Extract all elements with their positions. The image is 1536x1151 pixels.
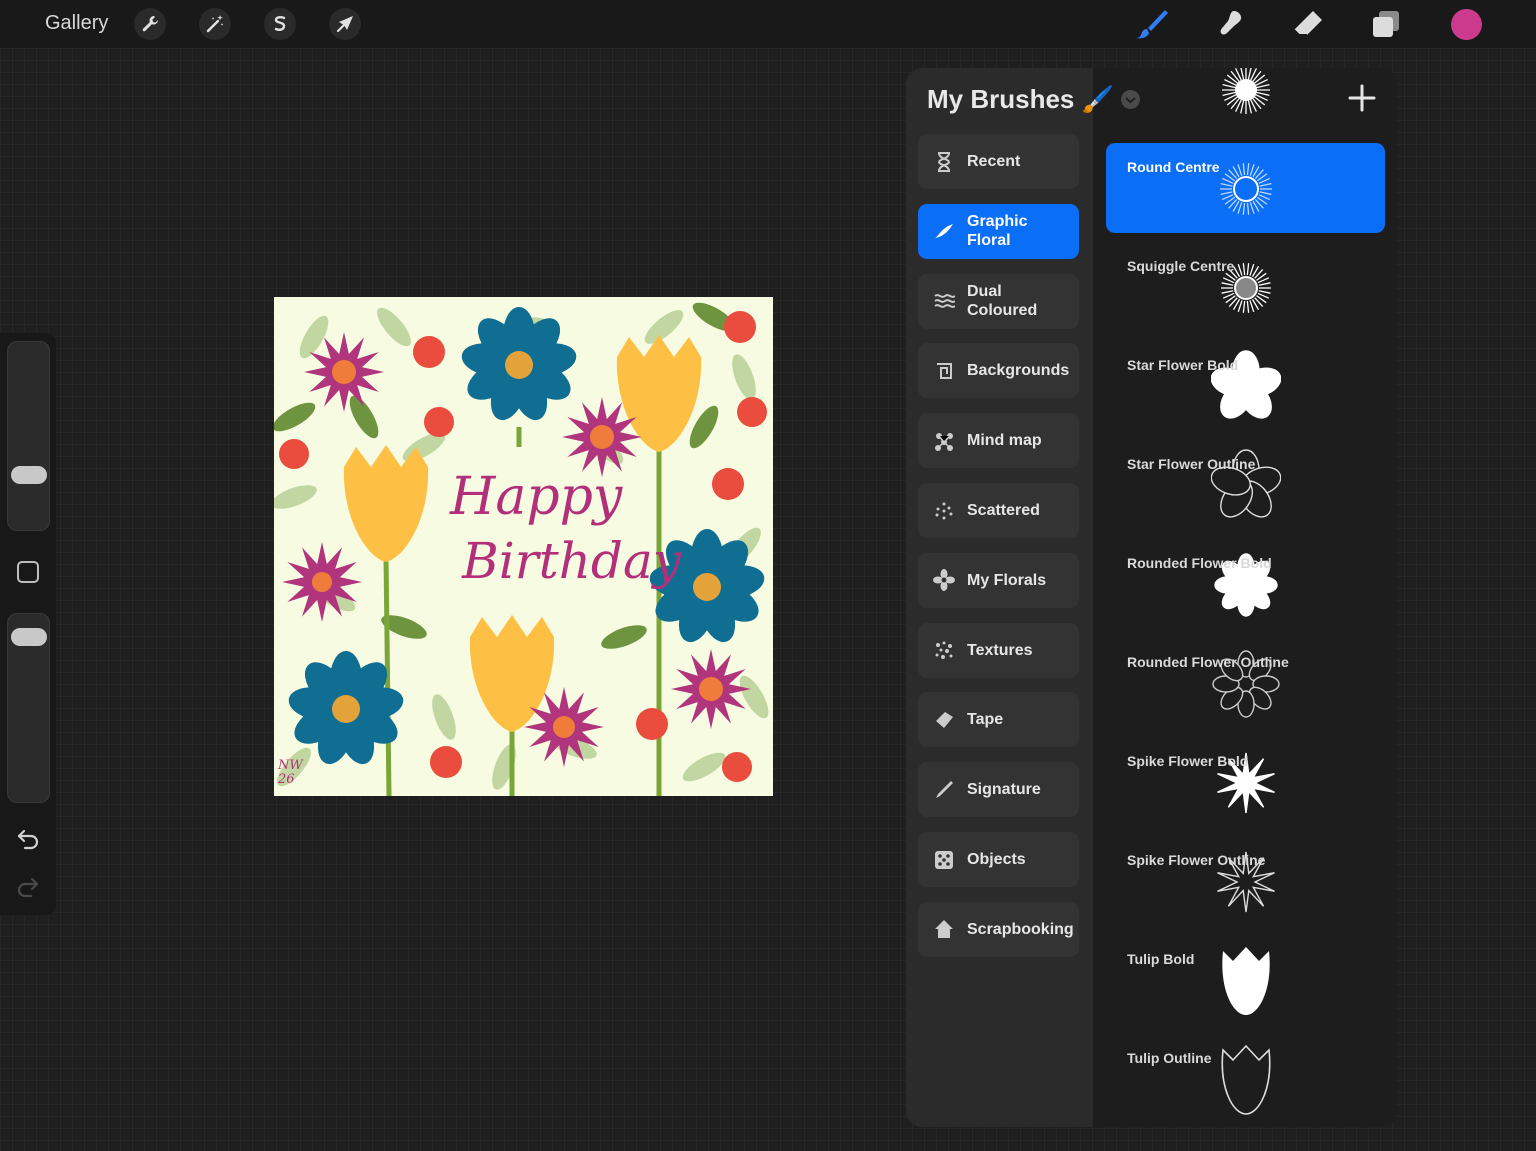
canvas-artwork[interactable]: Happy Birthday NW 26 [274, 297, 773, 796]
smudge-icon[interactable] [1212, 6, 1248, 42]
top-toolbar: Gallery [0, 0, 1536, 48]
category-tape[interactable]: Tape [918, 692, 1079, 748]
category-label: Textures [967, 641, 1033, 659]
brush-item-spike-flower-outline[interactable]: Spike Flower Outline [1106, 836, 1385, 926]
artwork-signature: NW 26 [278, 758, 303, 787]
dice-icon [933, 849, 955, 871]
left-sidebar [0, 333, 56, 915]
gallery-button[interactable]: Gallery [45, 12, 108, 35]
category-textures[interactable]: Textures [918, 622, 1079, 678]
waves-icon [933, 290, 955, 312]
brush-opacity-handle[interactable] [11, 627, 47, 646]
category-label: Graphic Floral [967, 213, 1028, 250]
brush-name: Tulip Bold [1127, 951, 1195, 967]
brush-size-handle[interactable] [11, 465, 47, 484]
category-mind-map[interactable]: Mind map [918, 413, 1079, 469]
transform-arrow-icon[interactable] [329, 8, 361, 40]
undo-icon[interactable] [16, 828, 40, 855]
brush-name: Star Flower Outline [1127, 456, 1256, 472]
brush-name: Spike Flower Bold [1127, 753, 1249, 769]
brush-name: Spike Flower Outline [1127, 852, 1266, 868]
selection-s-icon[interactable] [264, 8, 296, 40]
category-scattered[interactable]: Scattered [918, 483, 1079, 538]
panel-title: My Brushes 🖌️ [927, 84, 1114, 114]
network-icon [933, 430, 955, 452]
brush-icon[interactable] [1134, 6, 1170, 42]
ring-burst-stamp-preview [1211, 151, 1281, 227]
brush-name: Rounded Flower Outline [1127, 654, 1289, 670]
category-my-florals[interactable]: My Florals [918, 552, 1079, 608]
brush-item-tulip-outline[interactable]: Tulip Outline [1106, 1034, 1385, 1124]
category-graphic-floral[interactable]: Graphic Floral [918, 203, 1079, 259]
category-signature[interactable]: Signature [918, 762, 1079, 818]
brush-item-squiggle-centre[interactable]: Squiggle Centre [1106, 242, 1385, 332]
texture-icon [933, 639, 955, 661]
layers-icon[interactable] [1368, 6, 1404, 42]
category-label: Recent [967, 153, 1021, 170]
category-label: Tape [967, 711, 1004, 729]
modify-button[interactable] [17, 561, 39, 583]
brush-library-panel: My Brushes 🖌️ Recent Graphic Floral Dual Col… [906, 68, 1397, 1127]
swirl-grid-icon [933, 360, 955, 382]
artwork-text-birthday: Birthday [462, 532, 681, 590]
brush-name: Tulip Outline [1127, 1050, 1212, 1066]
brush-item-rounded-flower-outline[interactable]: Rounded Flower Outline [1106, 638, 1385, 728]
brush-item-untitled[interactable] [1106, 68, 1385, 134]
category-label: Signature [967, 781, 1041, 799]
redo-icon[interactable] [16, 876, 40, 903]
tulip-outline-stamp-preview [1211, 1042, 1281, 1118]
dots-icon [933, 500, 955, 522]
wrench-icon[interactable] [134, 8, 166, 40]
category-label: Scrapbooking [967, 920, 1074, 938]
brush-item-star-flower-outline[interactable]: Star Flower Outline [1106, 440, 1385, 530]
tulip-bold-stamp-preview [1211, 943, 1281, 1019]
category-label: Scattered [967, 502, 1040, 519]
brush-item-rounded-flower-bold[interactable]: Rounded Flower Bold [1106, 539, 1385, 629]
brush-name: Star Flower Bold [1127, 357, 1239, 373]
brush-name: Round Centre [1127, 159, 1220, 175]
stroke-icon [933, 220, 955, 242]
tape-icon [933, 709, 955, 731]
category-label: Dual Coloured [967, 283, 1038, 320]
brush-name: Squiggle Centre [1127, 258, 1235, 274]
category-label: My Florals [967, 571, 1047, 589]
brush-item-round-centre[interactable]: Round Centre [1106, 143, 1385, 233]
category-recent[interactable]: Recent [918, 134, 1079, 189]
pen-icon [933, 779, 955, 801]
category-objects[interactable]: Objects [918, 832, 1079, 887]
hourglass-icon [933, 151, 955, 173]
category-backgrounds[interactable]: Backgrounds [918, 343, 1079, 399]
category-dual-coloured[interactable]: Dual Coloured [918, 273, 1079, 329]
brush-item-tulip-bold[interactable]: Tulip Bold [1106, 935, 1385, 1025]
magic-wand-icon[interactable] [199, 8, 231, 40]
category-label: Backgrounds [967, 362, 1070, 380]
brush-opacity-slider[interactable] [7, 613, 50, 803]
brush-item-star-flower-bold[interactable]: Star Flower Bold [1106, 341, 1385, 431]
category-scrapbooking[interactable]: Scrapbooking [918, 901, 1079, 957]
sunburst-stamp-preview [1211, 68, 1281, 128]
brush-size-slider[interactable] [7, 341, 50, 531]
brush-name: Rounded Flower Bold [1127, 555, 1272, 571]
artwork-text-happy: Happy [450, 467, 623, 527]
category-label: Mind map [967, 432, 1042, 450]
category-label: Objects [967, 851, 1026, 868]
flower-icon [933, 569, 955, 592]
brush-item-spike-flower-bold[interactable]: Spike Flower Bold [1106, 737, 1385, 827]
eraser-icon[interactable] [1290, 6, 1326, 42]
current-color-swatch[interactable] [1451, 9, 1482, 40]
house-icon [933, 918, 955, 940]
